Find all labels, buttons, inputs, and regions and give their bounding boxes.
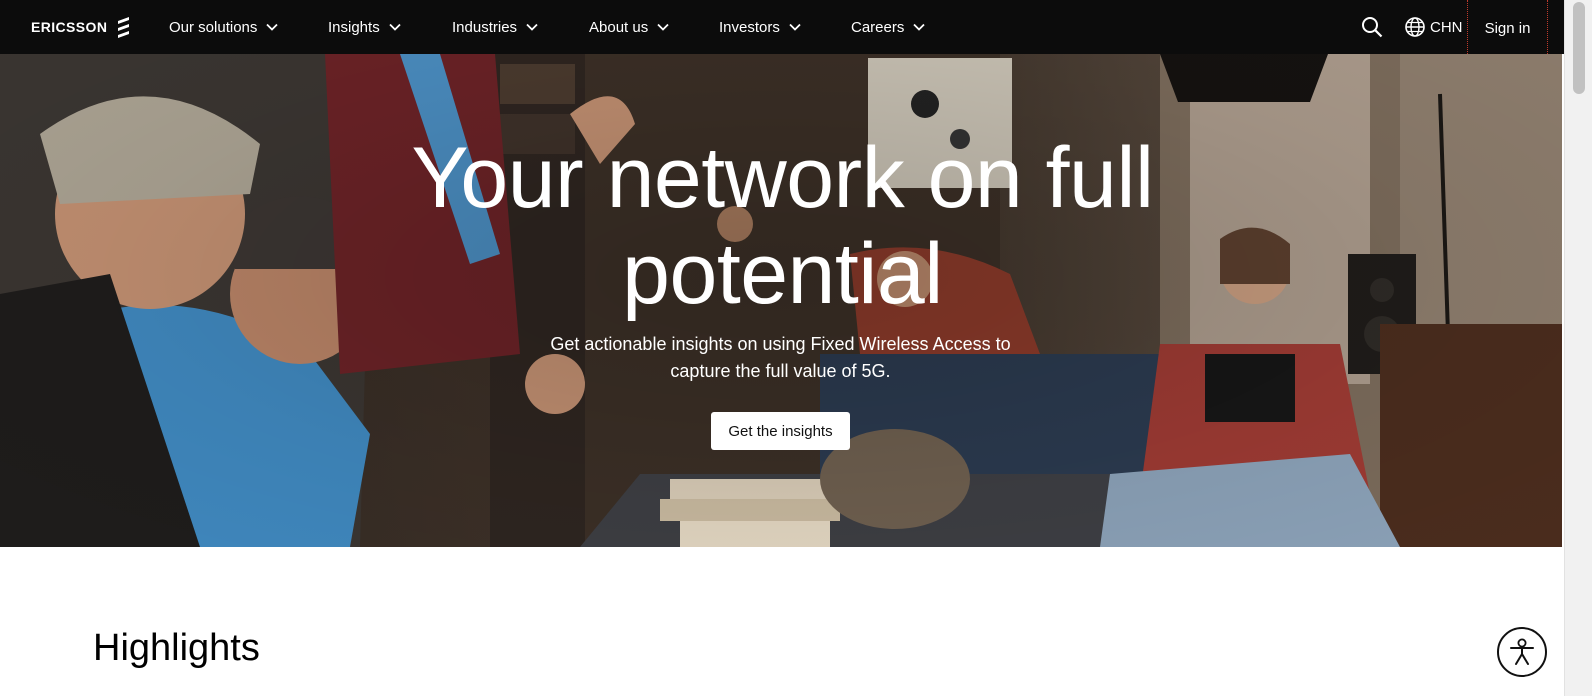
nav-insights[interactable]: Insights [328, 0, 401, 54]
nav-label: Investors [719, 18, 780, 36]
chevron-down-icon [913, 23, 925, 31]
nav-label: Careers [851, 18, 905, 36]
chevron-down-icon [266, 23, 279, 31]
language-selector[interactable]: CHN [1404, 15, 1463, 39]
page: ERICSSON Our solutions Insights Industri… [0, 0, 1592, 696]
accessibility-icon [1510, 638, 1534, 665]
nav-investors[interactable]: Investors [719, 0, 801, 54]
nav-label: About us [589, 18, 649, 36]
scrollbar-thumb[interactable] [1573, 2, 1585, 94]
chevron-down-icon [526, 23, 538, 31]
hero-title: Your network on full potential [411, 130, 1154, 322]
highlights-heading: Highlights [93, 627, 260, 669]
nav-our-solutions[interactable]: Our solutions [169, 0, 279, 54]
ericsson-logo-icon [118, 17, 130, 38]
nav-careers[interactable]: Careers [851, 0, 925, 54]
nav-label: Our solutions [169, 18, 258, 36]
accessibility-button[interactable] [1497, 627, 1547, 677]
nav-label: Industries [452, 18, 518, 36]
nav-label: Insights [328, 18, 380, 36]
chevron-down-icon [389, 23, 401, 31]
top-navigation: ERICSSON Our solutions Insights Industri… [0, 0, 1564, 58]
nav-industries[interactable]: Industries [452, 0, 538, 54]
get-insights-button[interactable]: Get the insights [711, 412, 850, 450]
page-scrollbar[interactable] [1564, 0, 1592, 696]
chevron-down-icon [789, 23, 801, 31]
sign-in-link[interactable]: Sign in [1467, 0, 1548, 58]
globe-icon [1405, 17, 1425, 37]
nav-about-us[interactable]: About us [589, 0, 669, 54]
hero-banner: Your network on full potential Get actio… [0, 54, 1562, 547]
language-label: CHN [1430, 18, 1463, 36]
search-icon[interactable] [1361, 16, 1383, 38]
hero-subtitle: Get actionable insights on using Fixed W… [550, 334, 1011, 381]
chevron-down-icon [657, 23, 669, 31]
logo-text: ERICSSON [31, 19, 108, 35]
ericsson-logo-link[interactable]: ERICSSON [31, 17, 131, 38]
